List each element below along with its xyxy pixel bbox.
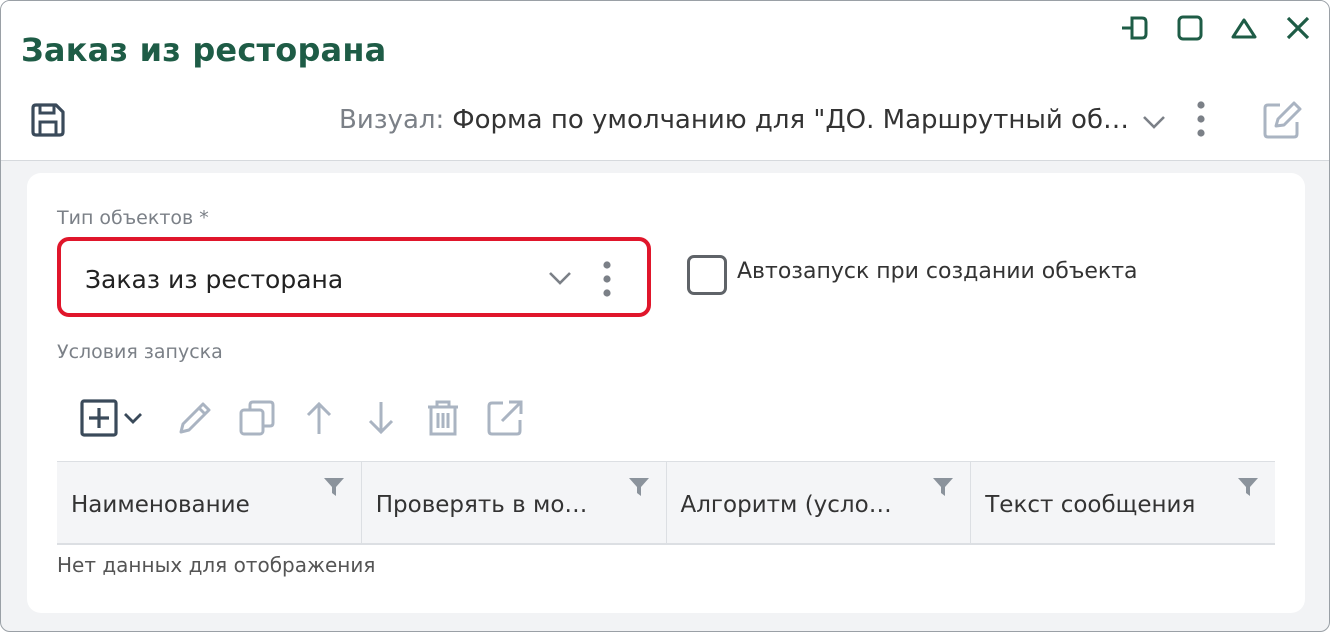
- object-type-select[interactable]: Заказ из ресторана: [57, 237, 651, 317]
- edit-icon: [1263, 101, 1302, 139]
- object-type-label: Тип объектов *: [57, 207, 209, 229]
- column-message-text[interactable]: Текст сообщения: [971, 462, 1275, 543]
- filter-icon[interactable]: [932, 476, 954, 498]
- save-icon: [31, 103, 65, 137]
- edit-row-button[interactable]: [175, 395, 215, 441]
- column-title: Наименование: [71, 492, 250, 518]
- add-button[interactable]: [79, 395, 149, 441]
- trash-icon: [428, 400, 458, 436]
- chevron-down-icon: [1143, 116, 1165, 129]
- window-controls: [1119, 11, 1315, 45]
- autostart-label[interactable]: Автозапуск при создании объекта: [737, 259, 1138, 284]
- dialog-title: Заказ из ресторана: [21, 31, 387, 69]
- filter-icon[interactable]: [1237, 476, 1259, 498]
- empty-table-message: Нет данных для отображения: [57, 553, 376, 577]
- visual-dropdown-button[interactable]: [1139, 107, 1169, 137]
- column-title: Текст сообщения: [985, 492, 1196, 518]
- object-type-value: Заказ из ресторана: [85, 265, 344, 294]
- object-type-more-button[interactable]: [595, 257, 619, 301]
- chevron-down-icon[interactable]: [545, 263, 575, 293]
- pencil-icon: [179, 402, 211, 434]
- autostart-checkbox[interactable]: [687, 255, 727, 295]
- save-button[interactable]: [27, 99, 69, 141]
- delete-button[interactable]: [423, 395, 463, 441]
- copy-icon: [239, 400, 275, 436]
- dialog-header: Заказ из ресторана Визуал: Форма по умол…: [1, 1, 1329, 161]
- external-link-icon: [487, 400, 523, 436]
- conditions-label: Условия запуска: [57, 341, 223, 363]
- visual-more-button[interactable]: [1187, 99, 1215, 139]
- conditions-toolbar: [79, 395, 547, 441]
- column-title: Проверять в мо…: [375, 492, 588, 518]
- move-down-button[interactable]: [361, 395, 401, 441]
- maximize-button[interactable]: [1173, 11, 1207, 45]
- edit-form-button[interactable]: [1259, 97, 1305, 143]
- more-vertical-icon: [1197, 101, 1205, 137]
- maximize-icon: [1177, 15, 1203, 41]
- visual-label: Визуал:: [339, 105, 445, 135]
- filter-icon[interactable]: [628, 476, 650, 498]
- arrow-up-icon: [306, 401, 332, 434]
- conditions-table: Наименование Проверять в мо… Алгоритм (у…: [57, 461, 1275, 545]
- dialog-window: Заказ из ресторана Визуал: Форма по умол…: [0, 0, 1330, 632]
- open-button[interactable]: [485, 395, 525, 441]
- column-check-mode[interactable]: Проверять в мо…: [362, 462, 667, 543]
- add-icon: [80, 399, 142, 437]
- move-up-button[interactable]: [299, 395, 339, 441]
- pin-icon: [1122, 16, 1148, 40]
- table-header: Наименование Проверять в мо… Алгоритм (у…: [57, 461, 1275, 545]
- visual-value: Форма по умолчанию для "ДО. Маршрутный о…: [452, 105, 1130, 135]
- column-title: Алгоритм (усло…: [680, 492, 892, 518]
- form-card: Тип объектов * Заказ из ресторана Автоза…: [27, 173, 1305, 613]
- filter-icon[interactable]: [323, 476, 345, 498]
- arrow-down-icon: [368, 402, 394, 435]
- collapse-button[interactable]: [1227, 11, 1261, 45]
- close-button[interactable]: [1281, 11, 1315, 45]
- visual-selector[interactable]: Визуал: Форма по умолчанию для "ДО. Марш…: [339, 105, 1129, 135]
- copy-button[interactable]: [237, 395, 277, 441]
- more-vertical-icon: [603, 261, 611, 297]
- close-icon: [1286, 16, 1310, 40]
- column-algorithm[interactable]: Алгоритм (усло…: [667, 462, 972, 543]
- pin-button[interactable]: [1119, 11, 1153, 45]
- column-name[interactable]: Наименование: [57, 462, 362, 543]
- collapse-icon: [1231, 18, 1257, 39]
